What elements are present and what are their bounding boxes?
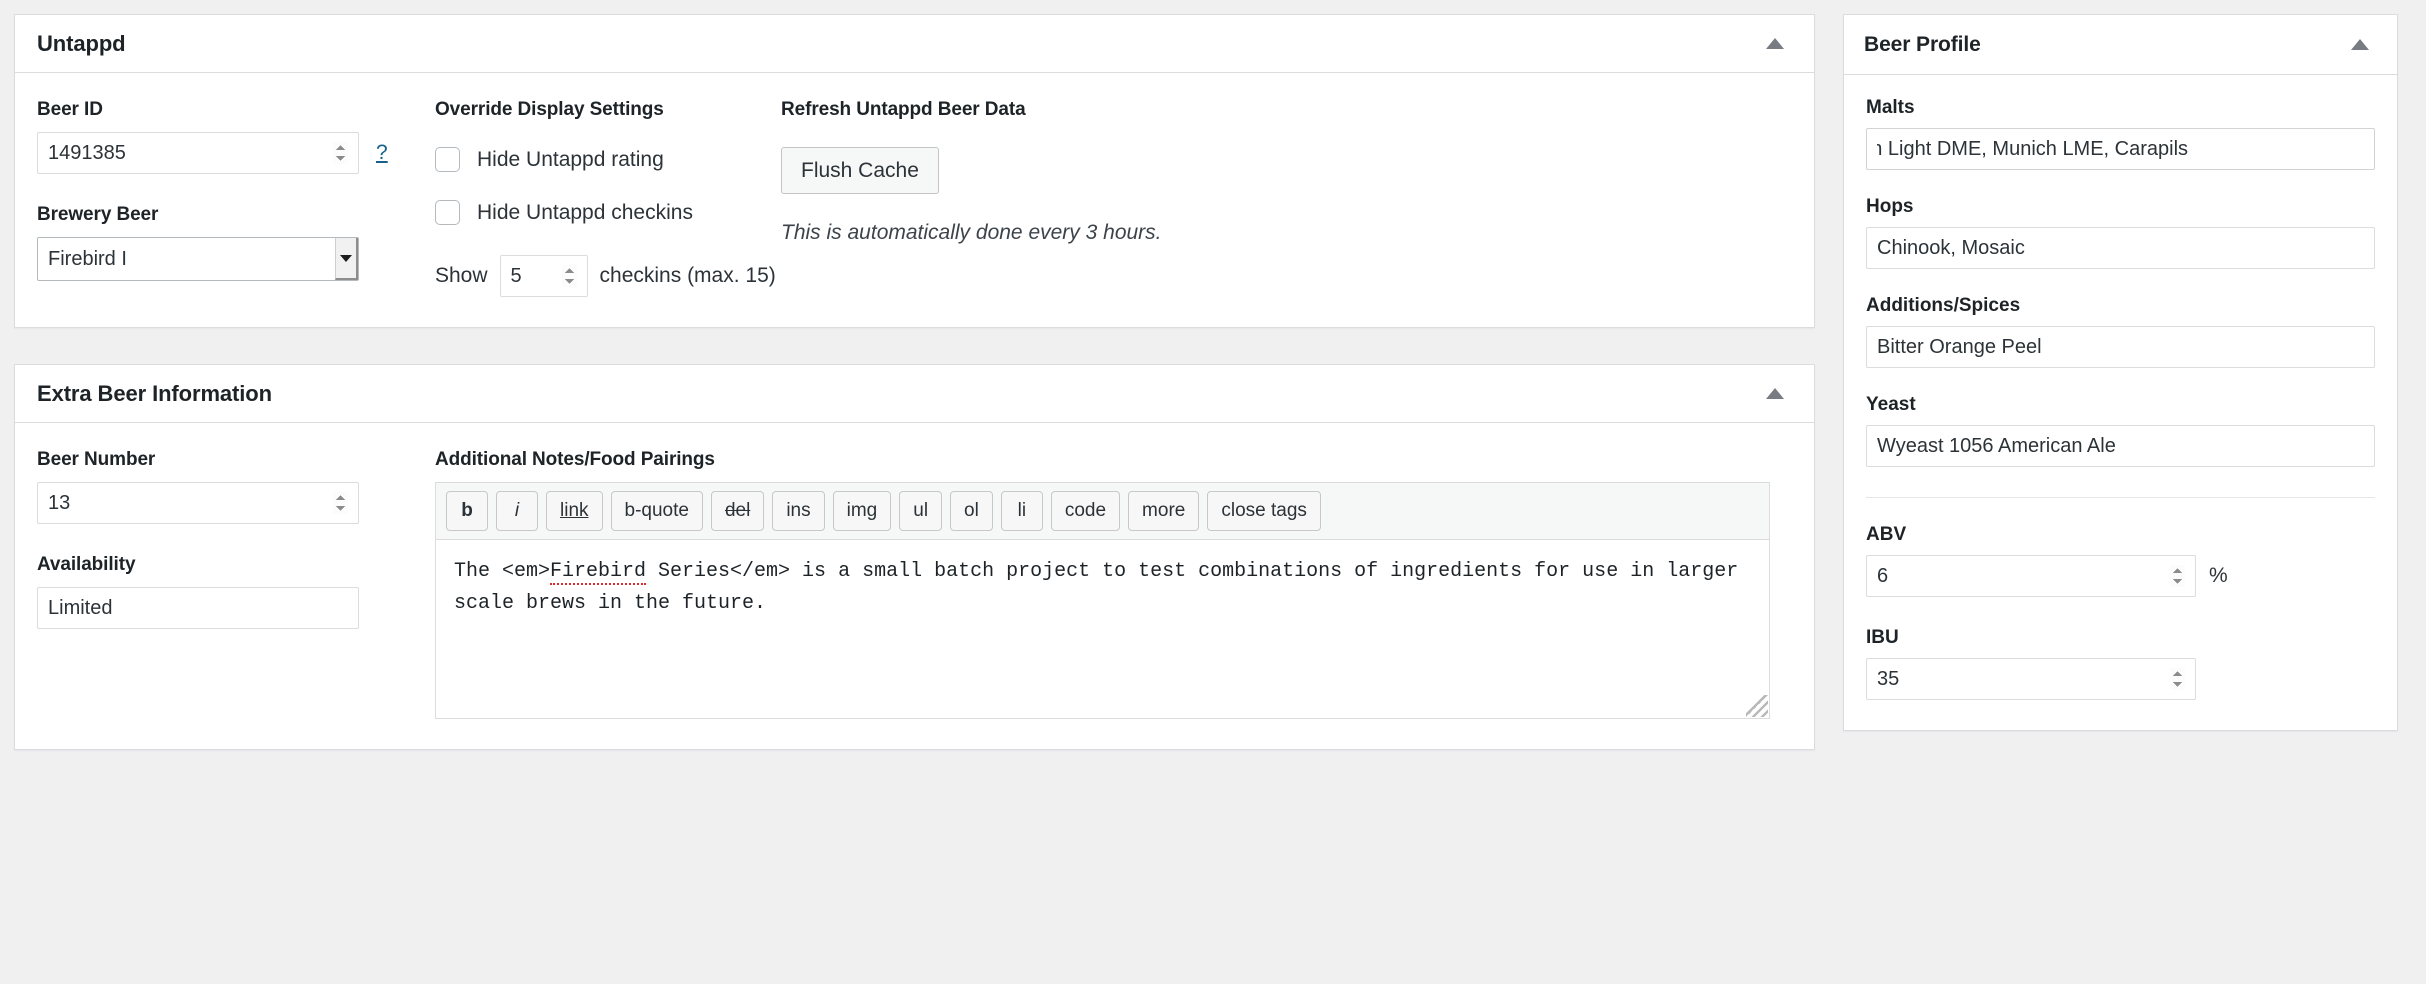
extra-beer-info-metabox: Extra Beer Information Beer Number Avail… [14,364,1815,750]
brewery-beer-label: Brewery Beer [37,204,159,225]
extra-beer-info-body: Beer Number Availability Additional Note… [15,423,1814,749]
hide-rating-checkbox[interactable] [435,147,460,172]
quicktags-toolbar: b i link b-quote del ins img ul ol li code more clos… [436,483,1769,540]
show-checkins-suffix: checkins (max. 15) [599,264,776,287]
profile-yeast-input[interactable] [1866,425,2375,467]
notes-text-part1: The <em> [454,559,551,583]
profile-hops-label: Hops [1866,196,1914,217]
hide-rating-label: Hide Untappd rating [477,147,664,171]
profile-malts-label: Malts [1866,97,1915,118]
extra-beer-info-collapse-toggle[interactable] [1754,378,1796,409]
beer-profile-collapse-toggle[interactable] [2339,29,2381,60]
untappd-collapse-toggle[interactable] [1754,28,1796,59]
extra-beer-info-header: Extra Beer Information [15,365,1814,423]
beer-profile-field: Hops [1866,196,2375,269]
quicktag-li-button[interactable]: li [1000,491,1043,531]
profile-hops-input[interactable] [1866,227,2375,269]
quicktag-ol-button[interactable]: ol [950,491,993,531]
abv-input[interactable] [1866,555,2196,597]
beer-id-input[interactable] [37,132,359,174]
quicktag-b-quote-button[interactable]: b-quote [610,491,703,531]
notes-editor: b i link b-quote del ins img ul ol li code more clos… [435,482,1770,719]
main-column: Untappd Beer ID ? Brewery Beer [0,0,1815,750]
beer-profile-divider [1866,497,2375,498]
override-display-heading: Override Display Settings [435,99,664,120]
sidebar-column: Beer Profile Malts Hops Additions/Spices Ye… [1815,0,2426,731]
untappd-col-override: Override Display Settings Hide Untappd r… [435,99,781,297]
quicktag-link-button[interactable]: link [546,491,603,531]
notes-textarea[interactable]: The <em>Firebird Series</em> is a small … [436,539,1769,718]
beer-profile-fields: Malts Hops Additions/Spices Yeast [1866,97,2375,467]
profile-additions-spices-label: Additions/Spices [1866,295,2021,316]
quicktag-ul-button[interactable]: ul [899,491,943,531]
beer-profile-field: Malts [1866,97,2375,170]
quicktag-b-button[interactable]: b [446,491,488,531]
refresh-note: This is automatically done every 3 hours… [781,221,1162,245]
notes-text-part2: Series</em> is a small batch project to … [454,559,1739,616]
untappd-metabox: Untappd Beer ID ? Brewery Beer [14,14,1815,328]
ibu-input[interactable] [1866,658,2196,700]
extra-beer-info-title: Extra Beer Information [37,380,272,406]
flush-cache-button[interactable]: Flush Cache [781,147,939,195]
extra-col-left: Beer Number Availability [37,449,435,629]
hide-checkins-checkbox[interactable] [435,200,460,225]
refresh-heading: Refresh Untappd Beer Data [781,99,1026,120]
untappd-metabox-header: Untappd [15,15,1814,73]
beer-profile-metabox: Beer Profile Malts Hops Additions/Spices Ye… [1843,14,2398,731]
caret-up-icon [2351,39,2369,50]
quicktag-close-tags-button[interactable]: close tags [1207,491,1321,531]
quicktag-i-button[interactable]: i [496,491,538,531]
hide-checkins-label: Hide Untappd checkins [477,200,693,224]
beer-profile-title: Beer Profile [1864,32,1981,56]
hide-rating-row[interactable]: Hide Untappd rating [435,147,781,172]
quicktag-ins-button[interactable]: ins [772,491,825,531]
untappd-col-refresh: Refresh Untappd Beer Data Flush Cache Th… [781,99,1792,245]
notes-text-misspelled: Firebird [550,559,647,585]
textarea-resize-handle[interactable] [1746,694,1768,717]
admin-screen: Untappd Beer ID ? Brewery Beer [0,0,2426,984]
untappd-metabox-body: Beer ID ? Brewery Beer Firebird I [15,73,1814,327]
profile-additions-spices-input[interactable] [1866,326,2375,368]
beer-id-label: Beer ID [37,99,103,120]
brewery-beer-select[interactable]: Firebird I [37,237,359,281]
show-checkins-input[interactable] [499,255,588,297]
caret-up-icon [1766,388,1784,399]
abv-label: ABV [1866,524,1907,545]
quicktag-img-button[interactable]: img [832,491,892,531]
beer-profile-field: Additions/Spices [1866,295,2375,368]
ibu-label: IBU [1866,627,1899,648]
additional-notes-label: Additional Notes/Food Pairings [435,449,715,470]
quicktag-code-button[interactable]: code [1050,491,1121,531]
show-checkins-prefix: Show [435,264,488,287]
untappd-col-identity: Beer ID ? Brewery Beer Firebird I [37,99,435,281]
quicktag-del-button[interactable]: del [710,491,765,531]
beer-profile-field: Yeast [1866,394,2375,467]
untappd-metabox-title: Untappd [37,30,126,56]
caret-up-icon [1766,38,1784,49]
extra-col-notes: Additional Notes/Food Pairings b i link b-q… [435,449,1792,719]
beer-id-help-link[interactable]: ? [376,141,388,165]
availability-label: Availability [37,554,136,575]
quicktag-more-button[interactable]: more [1128,491,1200,531]
show-checkins-row: Show checkins (max. 15) [435,255,781,297]
beer-number-label: Beer Number [37,449,156,470]
hide-checkins-row[interactable]: Hide Untappd checkins [435,200,781,225]
profile-yeast-label: Yeast [1866,394,1916,415]
availability-input[interactable] [37,587,359,629]
abv-unit: % [2209,564,2228,587]
profile-malts-input[interactable] [1866,128,2375,170]
beer-profile-header: Beer Profile [1844,15,2397,75]
beer-profile-body: Malts Hops Additions/Spices Yeast ABV % IBU [1844,75,2397,730]
beer-number-input[interactable] [37,482,359,524]
